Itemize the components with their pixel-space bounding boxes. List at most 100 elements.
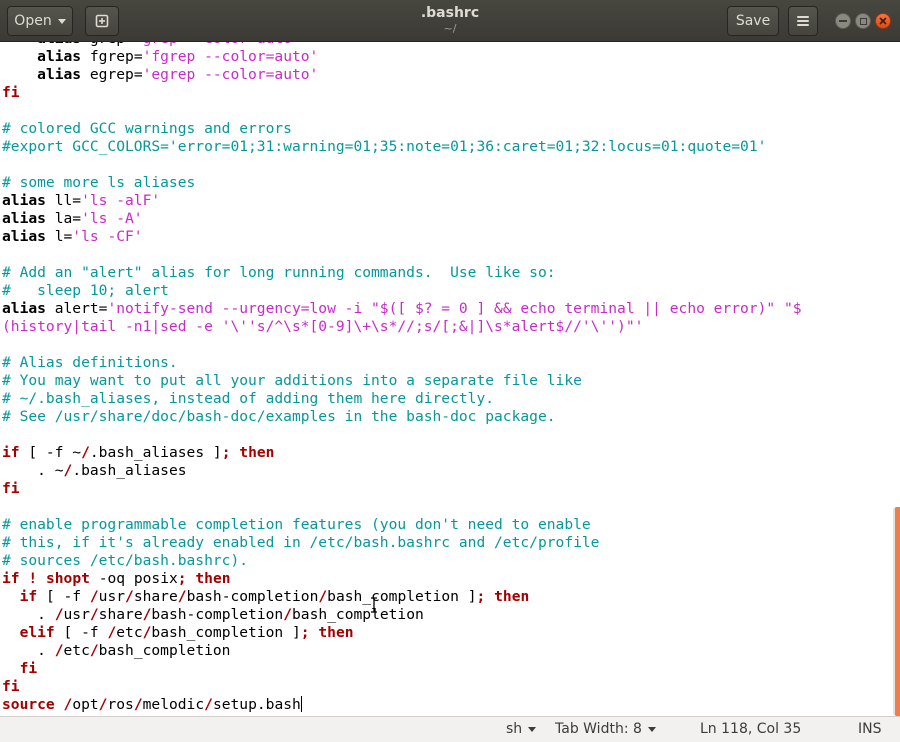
- code-line[interactable]: # sleep 10; alert: [2, 282, 802, 300]
- code-token: # some more ls aliases: [2, 174, 196, 191]
- open-button[interactable]: Open: [7, 6, 73, 36]
- code-line[interactable]: fi: [2, 480, 802, 498]
- code-line[interactable]: # ~/.bash_aliases, instead of adding the…: [2, 390, 802, 408]
- code-token: then: [195, 570, 231, 587]
- close-icon: [879, 17, 887, 25]
- code-line[interactable]: if [ -f ~/.bash_aliases ]; then: [2, 444, 802, 462]
- code-token: elif: [19, 624, 55, 641]
- code-line[interactable]: # You may want to put all your additions…: [2, 372, 802, 390]
- code-token: /: [177, 588, 187, 605]
- code-token: la=: [54, 210, 82, 227]
- code-line[interactable]: # this, if it's already enabled in /etc/…: [2, 534, 802, 552]
- code-line[interactable]: [2, 246, 802, 264]
- code-token: # Alias definitions.: [2, 354, 178, 371]
- insert-mode-indicator[interactable]: INS: [858, 721, 882, 737]
- tab-width-selector[interactable]: Tab Width: 8: [555, 721, 656, 737]
- code-line[interactable]: #export GCC_COLORS='error=01;31:warning=…: [2, 138, 802, 156]
- code-token: then: [318, 624, 354, 641]
- code-line[interactable]: alias la='ls -A': [2, 210, 802, 228]
- code-line[interactable]: [2, 426, 802, 444]
- code-line[interactable]: . /etc/bash_completion: [2, 642, 802, 660]
- code-line[interactable]: fi: [2, 678, 802, 696]
- minimize-button[interactable]: [835, 13, 851, 29]
- code-token: # this, if it's already enabled in /etc/…: [2, 534, 600, 551]
- code-line[interactable]: . ~/.bash_aliases: [2, 462, 802, 480]
- code-token: 'ls -CF': [72, 228, 143, 245]
- save-button[interactable]: Save: [727, 6, 779, 36]
- code-line[interactable]: # colored GCC warnings and errors: [2, 120, 802, 138]
- code-token: bash_completion ]: [151, 624, 301, 641]
- code-line[interactable]: # Add an "alert" alias for long running …: [2, 264, 802, 282]
- code-line[interactable]: [2, 336, 802, 354]
- code-line[interactable]: (history|tail -n1|sed -e '\''s/^\s*[0-9]…: [2, 318, 802, 336]
- code-line[interactable]: [2, 156, 802, 174]
- code-line[interactable]: # See /usr/share/doc/bash-doc/examples i…: [2, 408, 802, 426]
- cursor-position-label: Ln 118, Col 35: [700, 721, 802, 737]
- code-token: alias: [37, 48, 90, 65]
- code-line[interactable]: if [ -f /usr/share/bash-completion/bash_…: [2, 588, 802, 606]
- code-token: 'fgrep --color=auto': [142, 48, 319, 65]
- close-button[interactable]: [875, 13, 891, 29]
- language-selector[interactable]: sh: [506, 721, 537, 737]
- code-line[interactable]: # enable programmable completion feature…: [2, 516, 802, 534]
- code-line[interactable]: fi: [2, 660, 802, 678]
- code-line[interactable]: source /opt/ros/melodic/setup.bash: [2, 696, 802, 714]
- code-line[interactable]: fi: [2, 84, 802, 102]
- code-token: fi: [2, 480, 20, 497]
- new-tab-button[interactable]: [85, 6, 119, 36]
- code-line[interactable]: # Alias definitions.: [2, 354, 802, 372]
- tab-width-label: Tab Width: 8: [555, 721, 642, 737]
- code-token: /: [133, 696, 143, 713]
- code-line[interactable]: if ! shopt -oq posix; then: [2, 570, 802, 588]
- code-line[interactable]: alias fgrep='fgrep --color=auto': [2, 48, 802, 66]
- code-token: .bash_aliases ]: [89, 444, 222, 461]
- maximize-button[interactable]: [855, 13, 871, 29]
- code-token: usr: [63, 606, 90, 623]
- scrollbar-thumb[interactable]: [895, 507, 900, 716]
- cursor-position[interactable]: Ln 118, Col 35: [700, 721, 801, 737]
- code-token: /: [107, 624, 117, 641]
- code-line[interactable]: [2, 498, 802, 516]
- minimize-icon: [839, 20, 847, 22]
- code-token: bash_completion ]: [327, 588, 477, 605]
- code-token: share: [133, 588, 178, 605]
- code-token: [ -f ~: [19, 444, 82, 461]
- code-line[interactable]: . /usr/share/bash-completion/bash_comple…: [2, 606, 802, 624]
- code-token: 'ls -A': [81, 210, 143, 227]
- code-token: bash_completion: [292, 606, 424, 623]
- code-token: .bash_aliases: [72, 462, 187, 479]
- text-editor[interactable]: alias grep='grep --color=auto' alias fgr…: [0, 42, 900, 716]
- code-token: melodic: [142, 696, 205, 713]
- window-title-area: .bashrc ~/: [300, 5, 600, 36]
- code-token: alias: [37, 42, 90, 47]
- code-line[interactable]: alias ll='ls -alF': [2, 192, 802, 210]
- code-token: etc: [63, 642, 90, 659]
- code-token: /: [89, 642, 99, 659]
- code-line[interactable]: alias l='ls -CF': [2, 228, 802, 246]
- code-token: setup.bash: [212, 696, 301, 713]
- code-token: share: [98, 606, 143, 623]
- code-line[interactable]: alias egrep='egrep --color=auto': [2, 66, 802, 84]
- code-token: 'egrep --color=auto': [142, 66, 319, 83]
- text-cursor-icon: [371, 597, 377, 613]
- code-line[interactable]: # some more ls aliases: [2, 174, 802, 192]
- code-line[interactable]: [2, 102, 802, 120]
- code-token: /: [54, 642, 64, 659]
- code-token: [ -f: [37, 588, 90, 605]
- chevron-down-icon: [647, 726, 656, 732]
- code-token: ll=: [54, 192, 82, 209]
- menu-button[interactable]: [788, 6, 818, 36]
- code-line[interactable]: # sources /etc/bash.bashrc).: [2, 552, 802, 570]
- code-token: # colored GCC warnings and errors: [2, 120, 292, 137]
- code-token: /: [89, 606, 99, 623]
- code-token: if: [19, 588, 38, 605]
- code-line[interactable]: elif [ -f /etc/bash_completion ]; then: [2, 624, 802, 642]
- code-token: shopt: [45, 570, 90, 587]
- code-line[interactable]: alias alert='notify-send --urgency=low -…: [2, 300, 802, 318]
- code-text[interactable]: alias grep='grep --color=auto' alias fgr…: [2, 42, 802, 714]
